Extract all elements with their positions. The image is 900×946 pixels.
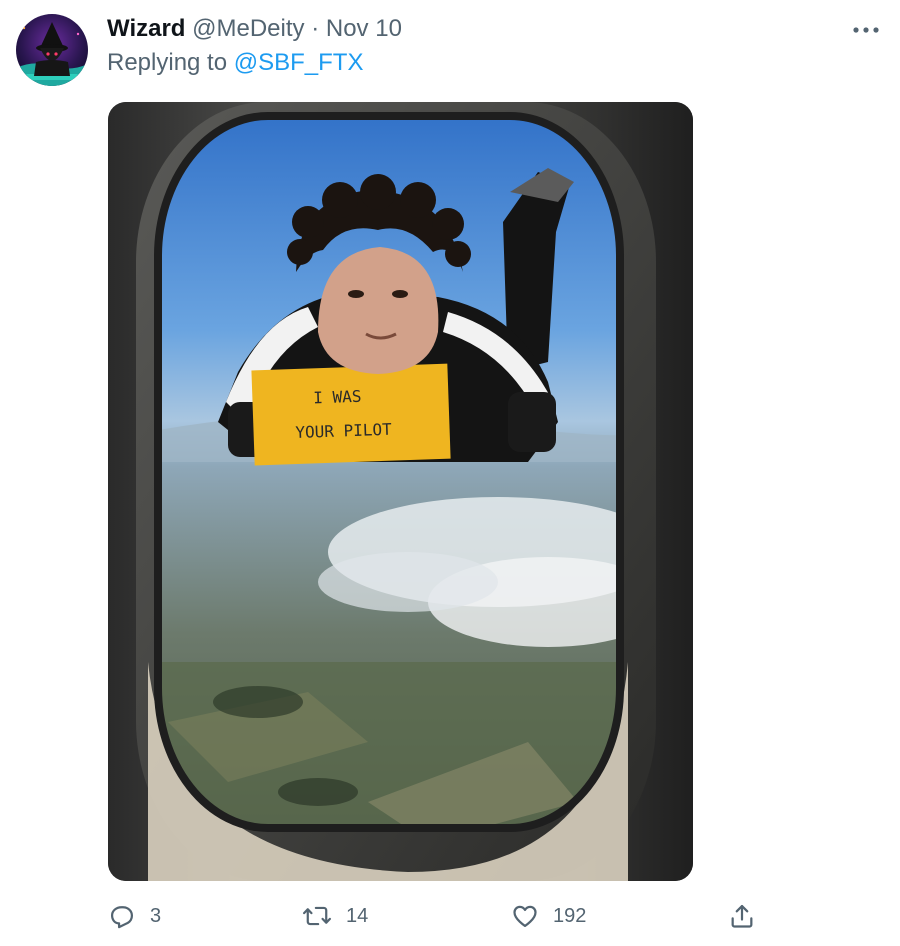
- tweet-actions: 3 14 192: [0, 896, 900, 936]
- author-avatar[interactable]: [16, 14, 88, 86]
- tweet: Wizard @MeDeity · Nov 10 Replying to @SB…: [0, 0, 900, 946]
- more-options-button[interactable]: [848, 16, 884, 44]
- reply-mention-link[interactable]: @SBF_FTX: [234, 49, 364, 76]
- tweet-media-image[interactable]: I WAS YOUR PILOT: [108, 102, 693, 881]
- sign-text-line2: YOUR PILOT: [295, 420, 392, 442]
- sign-text-line1: I WAS: [313, 387, 362, 408]
- more-options-icon: [853, 27, 879, 33]
- header-separator: ·: [311, 15, 320, 42]
- replying-to-label: Replying to: [107, 49, 228, 76]
- reply-button[interactable]: 3: [108, 896, 161, 936]
- reply-count: 3: [150, 904, 162, 927]
- retweet-icon: [302, 902, 332, 930]
- author-display-name[interactable]: Wizard: [107, 15, 185, 42]
- retweet-button[interactable]: 14: [302, 896, 368, 936]
- wizard-avatar-icon: [16, 14, 88, 86]
- like-count: 192: [553, 904, 587, 927]
- share-icon: [728, 902, 756, 930]
- like-button[interactable]: 192: [511, 896, 586, 936]
- heart-icon: [511, 902, 539, 930]
- reply-icon: [108, 902, 136, 930]
- share-button[interactable]: [728, 896, 756, 936]
- retweet-count: 14: [346, 904, 369, 927]
- tweet-date[interactable]: Nov 10: [326, 15, 402, 42]
- author-handle[interactable]: @MeDeity: [192, 15, 304, 42]
- tweet-header: Wizard @MeDeity · Nov 10: [107, 14, 402, 44]
- replying-to: Replying to @SBF_FTX: [107, 48, 363, 78]
- airplane-window-meme-image: I WAS YOUR PILOT: [108, 102, 693, 881]
